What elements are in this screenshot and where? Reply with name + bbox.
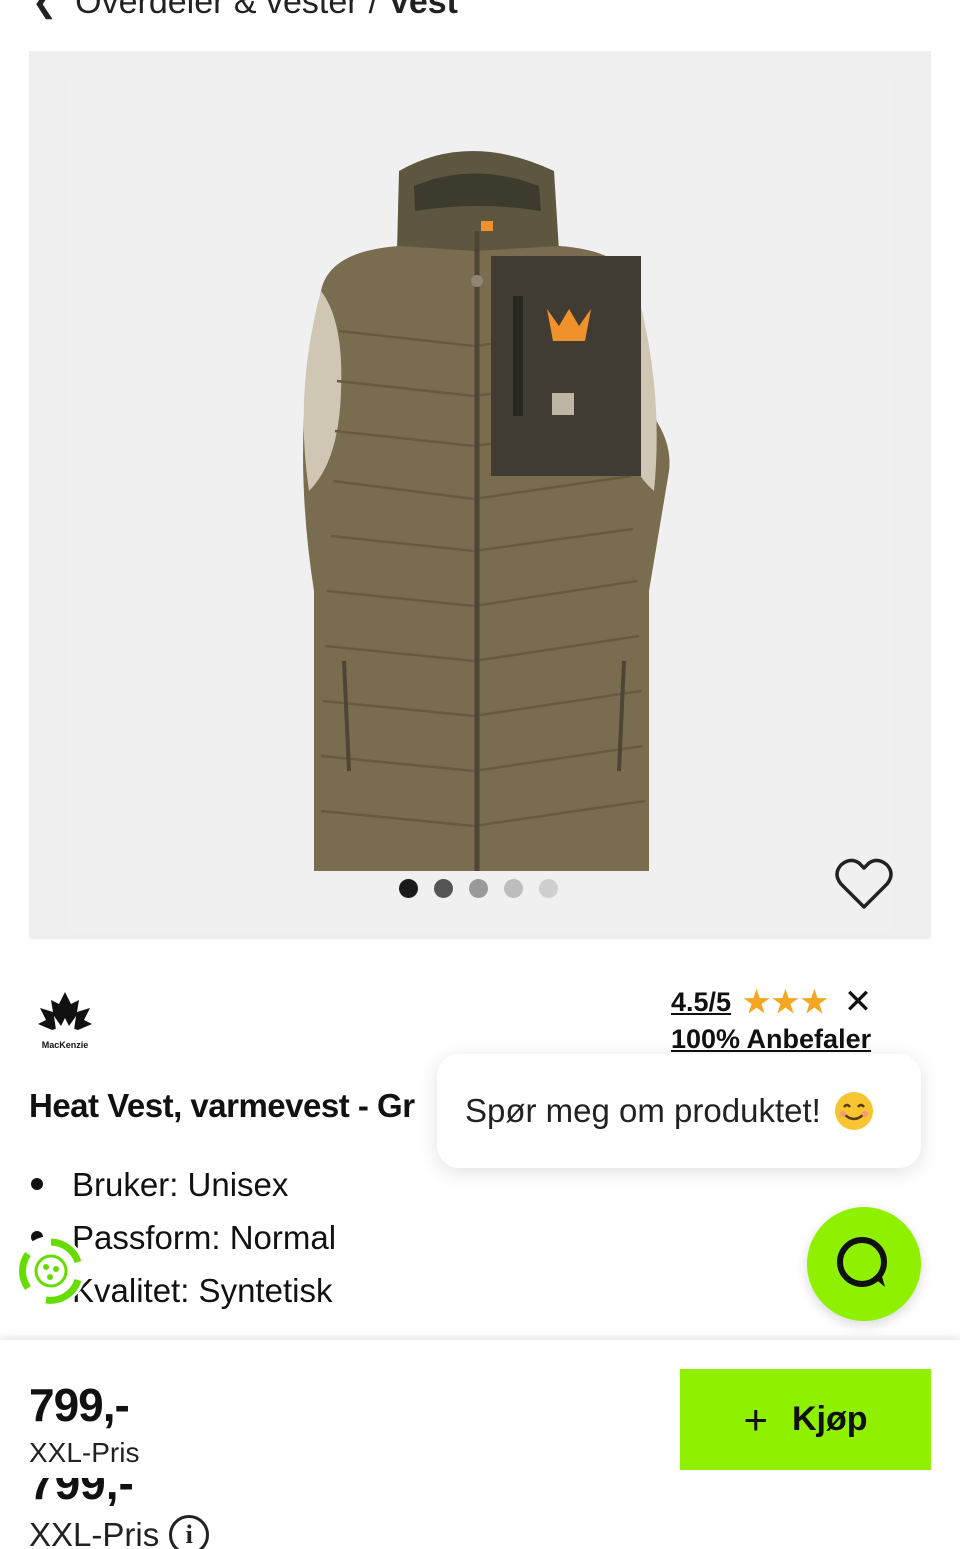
- price: 799,-: [29, 1379, 130, 1431]
- price-label: XXL-Pris: [29, 1437, 140, 1468]
- buy-button[interactable]: + Kjøp: [680, 1369, 931, 1470]
- product-image-gallery[interactable]: [29, 51, 931, 939]
- product-rating[interactable]: 4.5/5 ★★★ ✕: [671, 982, 872, 1022]
- smiling-face-icon: [834, 1092, 873, 1130]
- breadcrumb-separator: /: [368, 0, 379, 21]
- list-item: Bruker: Unisex: [29, 1158, 336, 1211]
- eco-badge[interactable]: [16, 1236, 86, 1306]
- price-label-text: XXL-Pris: [29, 1516, 160, 1549]
- recycle-icon: [19, 1238, 82, 1304]
- price-label-underlay: XXL-Pris i: [29, 1515, 210, 1549]
- buy-label: Kjøp: [791, 1400, 868, 1438]
- plus-icon: +: [743, 1395, 768, 1443]
- heart-icon[interactable]: [835, 857, 893, 911]
- maple-leaf-icon: MacKenzie: [38, 992, 92, 1050]
- breadcrumb-parent[interactable]: Overdeler & vester: [75, 0, 358, 22]
- star-icon: ★★★: [743, 985, 830, 1019]
- gallery-dot[interactable]: [539, 879, 558, 898]
- chat-icon: [837, 1237, 887, 1287]
- gallery-dot[interactable]: [469, 879, 488, 898]
- rating-score[interactable]: 4.5/5: [671, 987, 731, 1018]
- breadcrumb-current: Vest: [388, 0, 458, 21]
- recommend-link[interactable]: 100% Anbefaler: [671, 1024, 871, 1055]
- price-underlay: 799,-: [29, 1478, 134, 1506]
- gallery-dot[interactable]: [399, 879, 418, 898]
- gallery-dot[interactable]: [434, 879, 453, 898]
- product-title: Heat Vest, varmevest - Gr: [29, 1087, 415, 1124]
- breadcrumb[interactable]: ❮ Overdeler & vester / Vest: [32, 0, 458, 22]
- brand-logo[interactable]: MacKenzie: [34, 990, 96, 1050]
- close-icon[interactable]: ✕: [844, 982, 873, 1022]
- svg-text:MacKenzie: MacKenzie: [42, 1040, 89, 1050]
- gallery-dot[interactable]: [504, 879, 523, 898]
- chat-button[interactable]: [807, 1207, 921, 1321]
- chat-prompt-text: Spør meg om produktet!: [465, 1092, 821, 1129]
- gallery-pagination: [399, 879, 558, 898]
- info-icon[interactable]: i: [169, 1515, 210, 1549]
- chat-prompt-bubble[interactable]: Spør meg om produktet!: [437, 1054, 921, 1168]
- chevron-left-icon[interactable]: ❮: [32, 0, 57, 20]
- product-image: [303, 151, 670, 871]
